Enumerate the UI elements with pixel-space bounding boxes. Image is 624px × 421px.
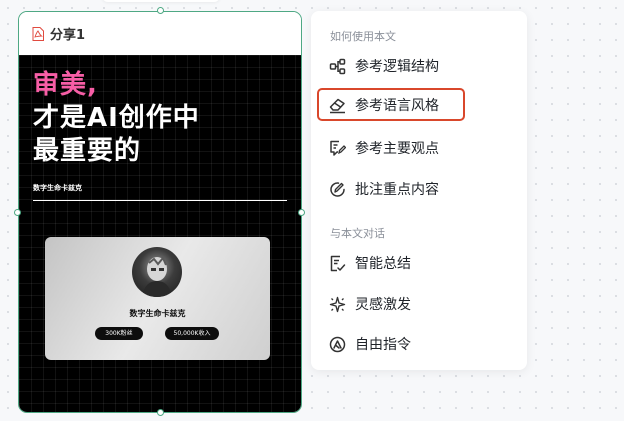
avatar-figure-icon: [142, 256, 172, 297]
menu-item-reference-structure[interactable]: 参考逻辑结构: [311, 51, 527, 81]
resize-handle-bottom[interactable]: [157, 409, 164, 416]
menu-item-label: 灵感激发: [355, 297, 411, 313]
menu-item-annotate-key-content[interactable]: 批注重点内容: [311, 174, 527, 204]
document-usage-menu: 如何使用本文 参考逻辑结构 参考语言风格 参考主要观点 批注重点内容 与本文对话…: [311, 11, 527, 370]
menu-item-reference-viewpoints[interactable]: 参考主要观点: [311, 133, 527, 163]
headline-line-1: 审美,: [33, 70, 98, 100]
menu-item-inspiration[interactable]: 灵感激发: [311, 289, 527, 319]
resize-handle-left[interactable]: [14, 209, 21, 216]
sparkle-icon: [329, 296, 346, 312]
menu-item-label: 批注重点内容: [355, 182, 439, 198]
highlight-annotation-box: [317, 88, 465, 121]
menu-item-label: 参考逻辑结构: [355, 59, 439, 75]
avatar: [132, 247, 182, 297]
author-name: 数字生命卡兹克: [33, 184, 82, 192]
divider: [33, 200, 287, 201]
resize-handle-top[interactable]: [157, 7, 164, 14]
menu-item-label: 参考主要观点: [355, 141, 439, 157]
income-pill: 50,000K收入: [165, 327, 219, 340]
profile-card: 数字生命卡兹克 300K粉丝 50,000K收入: [45, 237, 270, 360]
document-header: 分享1: [19, 12, 301, 55]
pdf-file-icon: [32, 26, 44, 41]
document-preview: 审美, 才是AI创作中 最重要的 数字生命卡兹克 数字生命卡兹克 300K粉丝 …: [19, 55, 301, 412]
menu-item-label: 智能总结: [355, 256, 411, 272]
headline: 审美, 才是AI创作中 最重要的: [33, 69, 200, 168]
command-icon: [329, 336, 346, 352]
document-title: 分享1: [50, 28, 86, 43]
headline-line-2: 才是AI创作中: [33, 103, 200, 133]
comment-edit-icon: [330, 140, 346, 156]
followers-pill: 300K粉丝: [95, 327, 143, 340]
resize-handle-right[interactable]: [298, 209, 305, 216]
menu-item-free-command[interactable]: 自由指令: [311, 329, 527, 359]
pen-circle-icon: [330, 181, 345, 197]
section-label-chat: 与本文对话: [330, 227, 385, 240]
top-toolbar-stub: [102, 0, 220, 2]
summary-icon: [330, 255, 346, 271]
menu-item-label: 自由指令: [355, 337, 411, 353]
structure-icon: [329, 58, 346, 74]
headline-line-3: 最重要的: [33, 136, 142, 166]
profile-name: 数字生命卡兹克: [129, 309, 186, 318]
menu-item-smart-summary[interactable]: 智能总结: [311, 248, 527, 278]
document-card[interactable]: 分享1 审美, 才是AI创作中 最重要的 数字生命卡兹克 数字生命卡兹克 300…: [18, 11, 302, 413]
section-label-usage: 如何使用本文: [330, 30, 396, 43]
